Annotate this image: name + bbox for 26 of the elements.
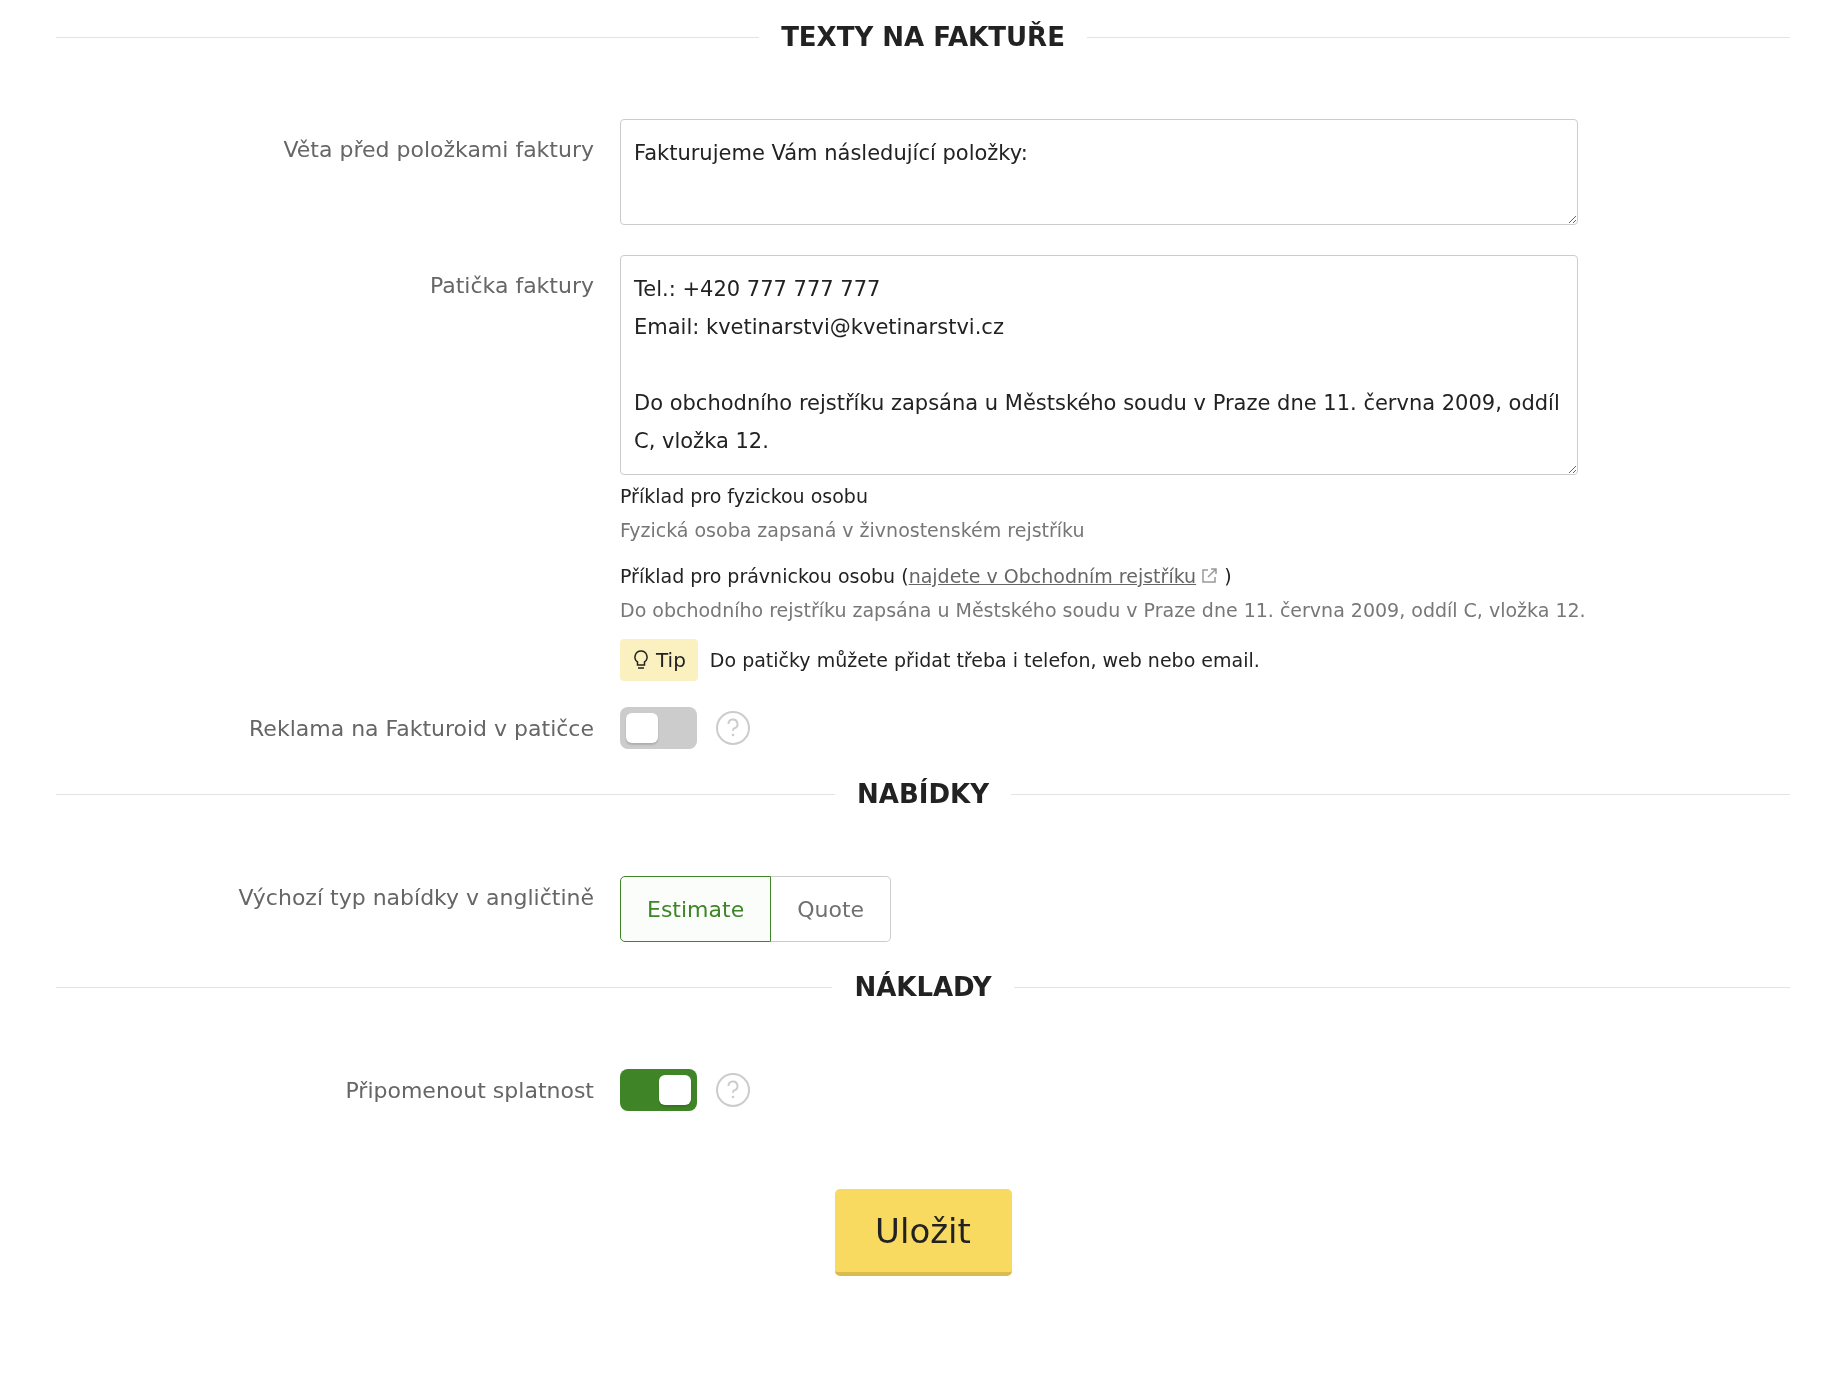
segment-option[interactable]: Quote — [771, 876, 892, 942]
registry-link[interactable]: najdete v Obchodním rejstříku — [908, 565, 1219, 587]
toggle-switch[interactable] — [620, 1069, 697, 1111]
field-label: Reklama na Fakturoid v patičce — [248, 715, 594, 743]
example-text: Do obchodního rejstříku zapsána u Městského soudu v Praze dne 11. června 2009, oddíl C, vložka 12. — [620, 598, 1587, 623]
segment-option[interactable]: Estimate — [620, 876, 772, 942]
field-label: Připomenout splatnost — [344, 1077, 594, 1105]
help-icon[interactable] — [715, 710, 751, 746]
tip-text: Do patičky můžete přidat třeba i telefon, web nebo email. — [709, 648, 1260, 673]
example-heading: Příklad pro právnickou osobu (najdete v Obchodním rejstříku ) — [620, 564, 1233, 589]
field-label: Patička faktury — [428, 272, 594, 300]
example-heading: Příklad pro fyzickou osobu — [620, 484, 869, 509]
section-title: NABÍDKY — [857, 779, 989, 809]
tip-badge: Tip — [620, 639, 698, 681]
lightbulb-icon — [632, 649, 650, 671]
example-text: Fyzická osoba zapsaná v živnostenském rejstříku — [620, 518, 1086, 543]
text-area[interactable]: Tel.: +420 777 777 777 Email: kvetinarstvi@kvetinarstvi.cz Do obchodního rejstříku zapsána u Městského soudu v Praze dne 11. června 2009, oddíl C, vložka 12. — [620, 255, 1578, 475]
field-label: Věta před položkami faktury — [282, 136, 594, 164]
help-icon[interactable] — [715, 1072, 751, 1108]
external-link-icon — [1200, 567, 1219, 585]
text-area[interactable]: Fakturujeme Vám následující položky: — [620, 119, 1578, 225]
field-label: Výchozí typ nabídky v angličtině — [237, 884, 594, 912]
section-title: TEXTY NA FAKTUŘE — [781, 22, 1065, 52]
toggle-switch[interactable] — [620, 707, 697, 749]
section-title: NÁKLADY — [854, 972, 992, 1002]
save-button[interactable]: Uložit — [834, 1189, 1012, 1276]
